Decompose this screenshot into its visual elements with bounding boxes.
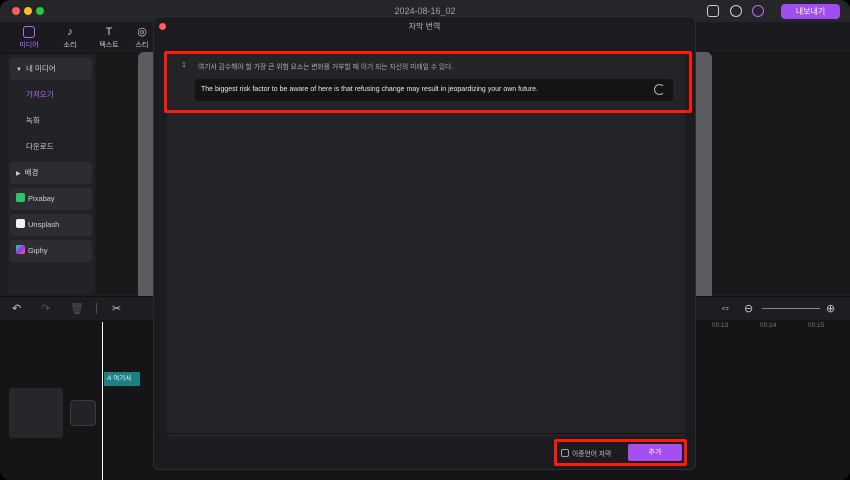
chevron-down-icon: ▼ [16,67,22,73]
sidebar-item-record[interactable]: 녹화 [10,110,92,132]
zoom-slider[interactable] [762,308,820,309]
giphy-icon [16,245,25,254]
tab-media-label: 미디어 [19,42,39,49]
tab-media[interactable]: 미디어 [13,26,45,50]
subtitle-clip-label: 여기서 [113,375,132,382]
sidebar-background[interactable]: ▶ 배경 [10,162,92,184]
tab-text-label: 텍스트 [99,42,119,49]
add-media-button[interactable] [70,400,96,426]
chat-icon[interactable] [707,5,719,17]
playhead[interactable] [102,322,103,480]
window-title: 2024-08-16_02 [394,6,456,16]
sidebar-item-download[interactable]: 다운로드 [10,136,92,158]
sticker-icon: ◎ [137,26,147,38]
highlight-box [164,51,692,113]
chevron-right-icon: ▶ [16,171,21,177]
sidebar-pixabay[interactable]: Pixabay [10,188,92,210]
download-icon[interactable] [730,5,742,17]
fit-icon[interactable]: ⇔ [720,302,731,314]
sidebar-my-media-label: 내 미디어 [25,64,56,73]
delete-icon[interactable]: 🗑 [70,302,84,315]
text-icon: T [105,26,113,38]
tab-sticker[interactable]: ◎ 스티 [132,26,152,50]
dialog-title: 자막 번역 [408,22,441,31]
sidebar-unsplash-label: Unsplash [28,220,60,229]
tab-text[interactable]: T 텍스트 [93,26,125,50]
media-icon [23,26,35,38]
highlight-box [554,439,687,466]
unsplash-icon [16,219,25,228]
pixabay-icon [16,193,25,202]
sidebar-giphy-label: Giphy [28,246,48,255]
tab-audio[interactable]: ♪ 소리 [54,26,86,50]
sidebar-background-label: 배경 [24,168,39,177]
user-icon[interactable] [752,5,764,17]
zoom-out-icon[interactable]: ⊖ [744,302,753,315]
sidebar-item-import[interactable]: 가져오기 [10,84,92,106]
undo-icon[interactable]: ↶ [12,302,21,315]
ruler-tick: 00:13 [712,322,729,329]
sidebar-unsplash[interactable]: Unsplash [10,214,92,236]
scissors-icon[interactable]: ✂ [112,302,121,315]
divider [154,433,695,434]
video-track-header [9,388,63,438]
subtitle-clip[interactable]: 𝘈 여기서 [104,372,140,386]
export-button[interactable]: 내보내기 [781,4,840,19]
tab-sticker-label: 스티 [135,42,149,49]
tab-audio-label: 소리 [63,42,77,49]
zoom-in-icon[interactable]: ⊕ [826,302,835,315]
sidebar-my-media[interactable]: ▼ 내 미디어 [10,58,92,80]
redo-icon[interactable]: ↷ [41,302,50,315]
app-window: 2024-08-16_02 내보내기 미디어 ♪ 소리 T 텍스트 ◎ 스티 ▼… [0,0,850,480]
sidebar-giphy[interactable]: Giphy [10,240,92,262]
ruler-tick: 00:15 [808,322,825,329]
ruler-tick: 00:14 [760,322,777,329]
divider: | [95,302,98,314]
sidebar-pixabay-label: Pixabay [28,194,55,203]
media-sidebar: ▼ 내 미디어 가져오기 녹화 다운로드 ▶ 배경 Pixabay Unsplash… [8,54,94,294]
music-note-icon: ♪ [67,26,73,38]
